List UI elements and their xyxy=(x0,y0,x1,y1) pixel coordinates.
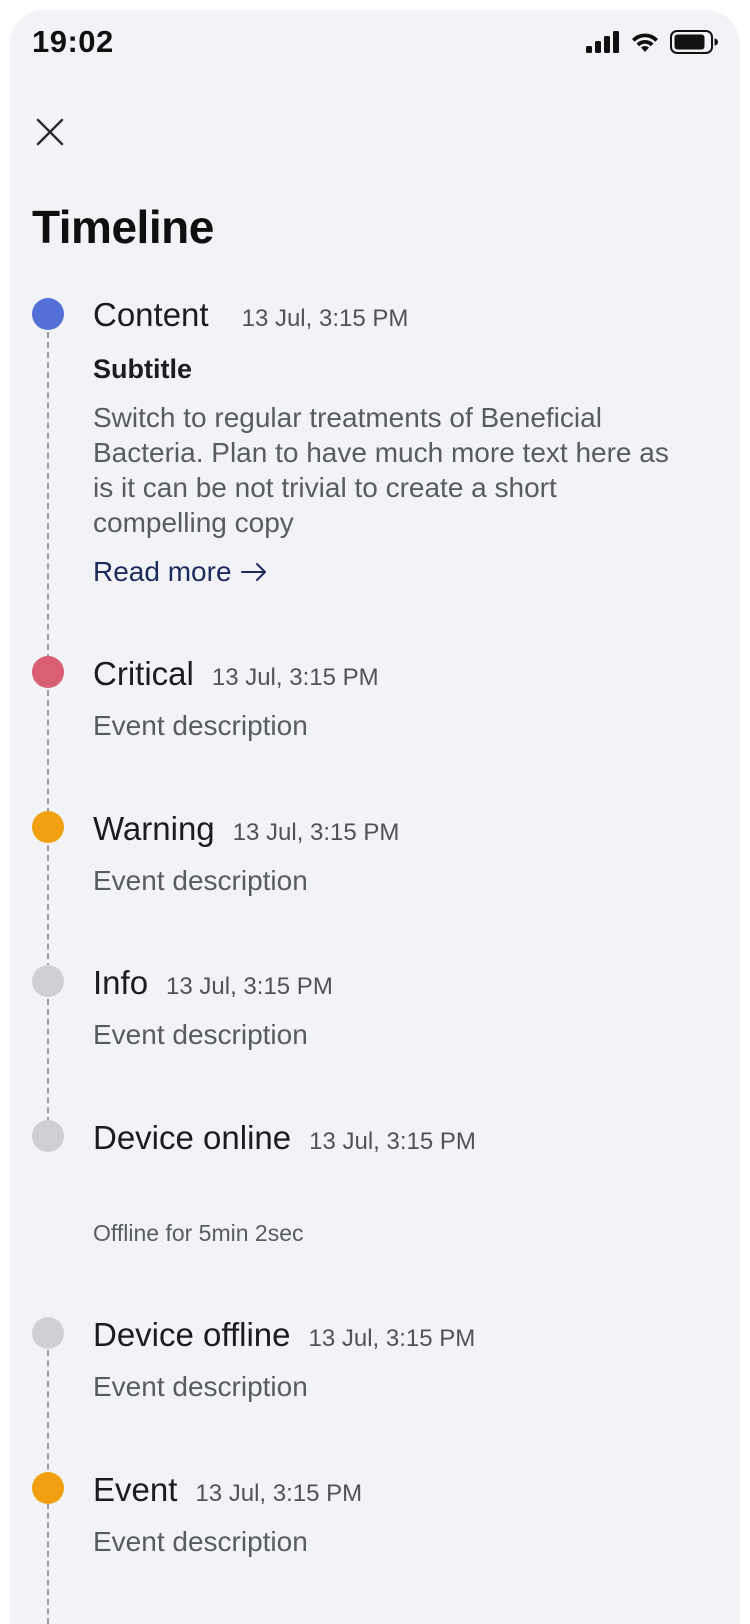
event-time: 13 Jul, 3:15 PM xyxy=(232,819,400,846)
status-icons xyxy=(586,30,718,54)
arrow-right-icon xyxy=(240,563,266,581)
timeline-connector xyxy=(47,1503,49,1624)
page-title: Timeline xyxy=(32,201,214,253)
event-time: 13 Jul, 3:15 PM xyxy=(241,305,409,332)
event-header[interactable]: Info 13 Jul, 3:15 PM xyxy=(93,964,333,1002)
event-description: Event description xyxy=(93,865,308,896)
battery-icon xyxy=(670,30,718,54)
status-dot-content xyxy=(32,298,64,330)
status-dot-event xyxy=(32,1472,64,1504)
timeline-connector xyxy=(47,1350,49,1480)
timeline-screen: 19:02 Timeline Content 13 Jul, 3:15 PM S… xyxy=(10,10,740,1624)
event-title: Device offline xyxy=(93,1316,291,1353)
event-title: Critical xyxy=(93,655,194,692)
status-bar: 19:02 xyxy=(10,10,740,90)
timeline-connector xyxy=(47,999,49,1133)
event-description: Event description xyxy=(93,710,308,741)
status-dot-info xyxy=(32,965,64,997)
status-time: 19:02 xyxy=(32,24,114,59)
event-header[interactable]: Content 13 Jul, 3:15 PM xyxy=(93,296,408,334)
event-description: Event description xyxy=(93,1371,308,1402)
event-title: Warning xyxy=(93,810,215,847)
close-button[interactable] xyxy=(32,114,68,150)
timeline-connector xyxy=(47,690,49,824)
event-header[interactable]: Device offline 13 Jul, 3:15 PM xyxy=(93,1316,475,1354)
read-more-link[interactable]: Read more xyxy=(93,556,268,588)
status-dot-warning xyxy=(32,811,64,843)
event-title: Device online xyxy=(93,1119,292,1156)
event-header[interactable]: Critical 13 Jul, 3:15 PM xyxy=(93,655,379,693)
read-more-label: Read more xyxy=(93,556,232,587)
event-time: 13 Jul, 3:15 PM xyxy=(195,1480,363,1507)
event-body: Switch to regular treatments of Benefici… xyxy=(93,402,669,538)
event-header[interactable]: Event 13 Jul, 3:15 PM xyxy=(93,1471,362,1509)
status-dot-critical xyxy=(32,656,64,688)
event-description: Event description xyxy=(93,1526,308,1557)
event-subtitle: Subtitle xyxy=(93,354,192,384)
event-description: Event description xyxy=(93,1019,308,1050)
event-time: 13 Jul, 3:15 PM xyxy=(211,664,379,691)
event-header[interactable]: Warning 13 Jul, 3:15 PM xyxy=(93,810,399,848)
event-title: Content xyxy=(93,296,209,333)
close-icon xyxy=(36,118,64,146)
timeline-connector xyxy=(47,332,49,670)
wifi-icon xyxy=(632,33,658,52)
event-time: 13 Jul, 3:15 PM xyxy=(309,1128,476,1155)
event-time: 13 Jul, 3:15 PM xyxy=(308,1325,476,1352)
status-dot-offline xyxy=(32,1317,64,1349)
event-title: Info xyxy=(93,964,149,1001)
event-title: Event xyxy=(93,1471,178,1508)
timeline-connector xyxy=(47,845,49,979)
signal-icon xyxy=(586,31,619,53)
status-dot-online xyxy=(32,1120,64,1152)
event-header[interactable]: Device online 13 Jul, 3:15 PM xyxy=(93,1119,476,1157)
event-time: 13 Jul, 3:15 PM xyxy=(166,973,333,1000)
event-note: Offline for 5min 2sec xyxy=(93,1220,304,1246)
